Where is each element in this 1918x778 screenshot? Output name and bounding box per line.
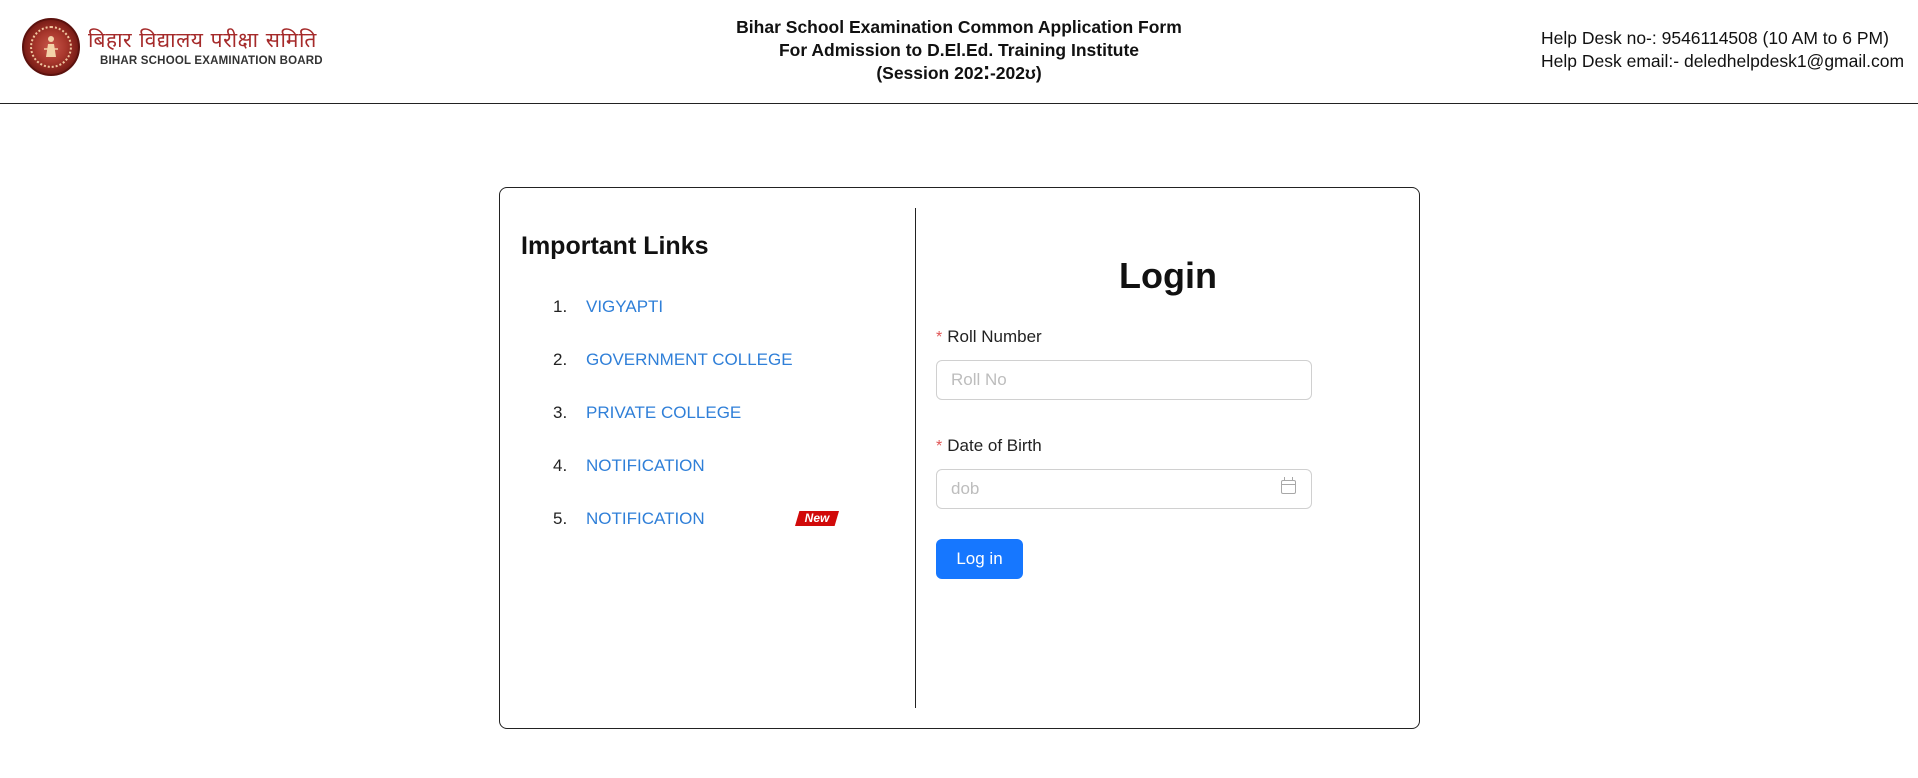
login-title: Login [1119, 255, 1217, 296]
list-item: 3. PRIVATE COLLEGE [500, 402, 900, 455]
list-item: 1. VIGYAPTI [500, 296, 900, 349]
page-header: बिहार विद्यालय परीक्षा समिति BIHAR SCHOO… [0, 0, 1918, 104]
helpdesk-phone: Help Desk no-: 9546114508 (10 AM to 6 PM… [1541, 28, 1889, 48]
roll-number-label-text: Roll Number [947, 327, 1042, 346]
dob-label: * Date of Birth [936, 435, 1042, 458]
login-button[interactable]: Log in [936, 539, 1023, 579]
list-number: 1. [553, 297, 568, 316]
dob-label-text: Date of Birth [947, 436, 1042, 455]
helpdesk-info: Help Desk no-: 9546114508 (10 AM to 6 PM… [1541, 27, 1904, 73]
dob-input[interactable] [936, 469, 1312, 509]
link-notification-2[interactable]: NOTIFICATION [586, 508, 705, 530]
list-number: 3. [553, 403, 568, 422]
roll-number-label: * Roll Number [936, 326, 1042, 349]
login-card: Important Links 1. VIGYAPTI 2. GOVERNMEN… [499, 187, 1420, 729]
new-badge: New [795, 511, 839, 526]
list-number: 5. [553, 509, 568, 528]
required-mark: * [936, 329, 943, 346]
list-item: 4. NOTIFICATION [500, 455, 900, 508]
required-mark: * [936, 438, 943, 455]
link-notification-1[interactable]: NOTIFICATION [586, 455, 705, 477]
link-government-college[interactable]: GOVERNMENT COLLEGE [586, 349, 793, 371]
list-number: 4. [553, 456, 568, 475]
link-private-college[interactable]: PRIVATE COLLEGE [586, 402, 741, 424]
important-links-title: Important Links [521, 232, 709, 260]
list-item: 2. GOVERNMENT COLLEGE [500, 349, 900, 402]
list-number: 2. [553, 350, 568, 369]
roll-number-input[interactable] [936, 360, 1312, 400]
helpdesk-email: Help Desk email:- deledhelpdesk1@gmail.c… [1541, 51, 1905, 71]
link-vigyapti[interactable]: VIGYAPTI [586, 296, 663, 318]
important-links-list: 1. VIGYAPTI 2. GOVERNMENT COLLEGE 3. PRI… [500, 296, 900, 561]
calendar-icon[interactable] [1281, 477, 1296, 494]
list-item: 5. NOTIFICATION New [500, 508, 900, 561]
